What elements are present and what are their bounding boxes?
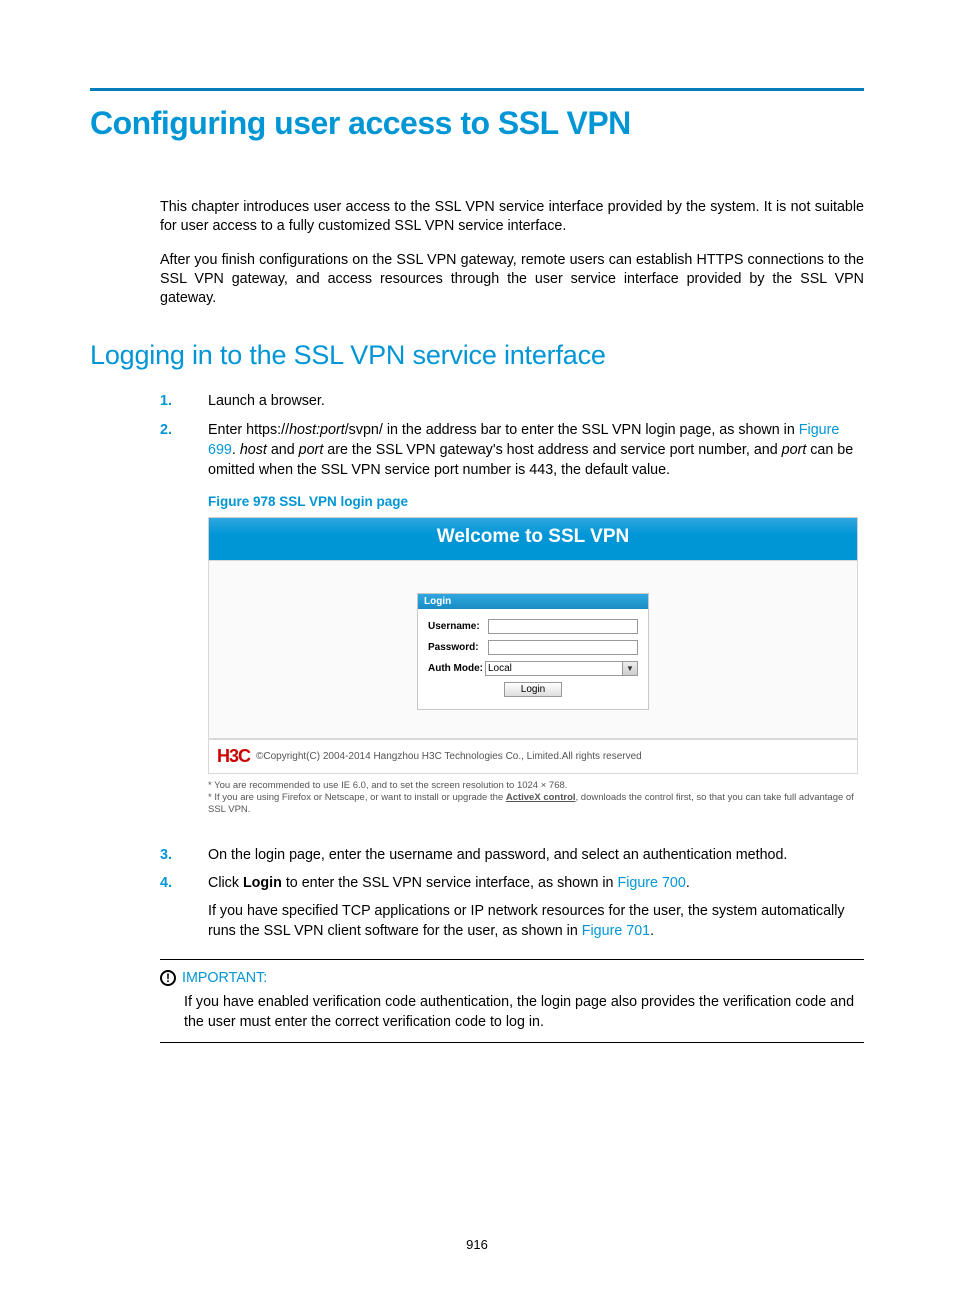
step-number: 2.: [160, 420, 172, 440]
page-number: 916: [0, 1237, 954, 1252]
welcome-banner: Welcome to SSL VPN: [208, 517, 858, 560]
username-input[interactable]: [488, 619, 638, 634]
top-rule: [90, 88, 864, 91]
figure-caption: Figure 978 SSL VPN login page: [208, 494, 774, 509]
step-4-sub: If you have specified TCP applications o…: [208, 901, 864, 941]
password-input[interactable]: [488, 640, 638, 655]
login-area: Login Username: Password: Auth Mode:: [208, 560, 858, 739]
activex-link[interactable]: ActiveX control: [506, 792, 576, 803]
login-box-header: Login: [418, 594, 648, 609]
step-text: Launch a browser.: [208, 393, 325, 409]
authmode-select[interactable]: [485, 661, 623, 676]
h3c-logo: H3C: [217, 746, 250, 767]
step-text: On the login page, enter the username an…: [208, 847, 787, 863]
step-text: Enter https://host:port/svpn/ in the add…: [208, 422, 853, 478]
important-body: If you have enabled verification code au…: [184, 992, 864, 1032]
authmode-label: Auth Mode:: [428, 663, 485, 674]
section-title: Logging in to the SSL VPN service interf…: [90, 340, 864, 371]
copyright-text: ©Copyright(C) 2004-2014 Hangzhou H3C Tec…: [256, 751, 642, 762]
chapter-title: Configuring user access to SSL VPN: [90, 105, 864, 142]
screenshot-footer: H3C ©Copyright(C) 2004-2014 Hangzhou H3C…: [208, 739, 858, 774]
login-box: Login Username: Password: Auth Mode:: [417, 593, 649, 710]
important-label: IMPORTANT:: [182, 970, 267, 986]
screenshot-notes: * You are recommended to use IE 6.0, and…: [208, 780, 858, 817]
intro-paragraph-1: This chapter introduces user access to t…: [160, 198, 864, 237]
username-label: Username:: [428, 621, 488, 632]
step-3: 3. On the login page, enter the username…: [160, 845, 864, 865]
step-1: 1. Launch a browser.: [160, 391, 864, 411]
note-2: * If you are using Firefox or Netscape, …: [208, 792, 858, 817]
login-button[interactable]: Login: [504, 682, 562, 697]
step-2: 2. Enter https://host:port/svpn/ in the …: [160, 420, 864, 480]
chevron-down-icon[interactable]: ▼: [623, 661, 638, 676]
password-label: Password:: [428, 642, 488, 653]
step-number: 1.: [160, 391, 172, 411]
step-number: 4.: [160, 873, 172, 893]
figure-link[interactable]: Figure 700: [617, 875, 685, 891]
note-1: * You are recommended to use IE 6.0, and…: [208, 780, 858, 792]
step-number: 3.: [160, 845, 172, 865]
intro-paragraph-2: After you finish configurations on the S…: [160, 251, 864, 309]
step-4: 4. Click Login to enter the SSL VPN serv…: [160, 873, 864, 941]
login-page-screenshot: Welcome to SSL VPN Login Username: Passw…: [208, 517, 858, 817]
important-note: ! IMPORTANT: If you have enabled verific…: [160, 959, 864, 1043]
step-text: Click Login to enter the SSL VPN service…: [208, 875, 690, 891]
figure-link[interactable]: Figure 701: [582, 923, 650, 939]
important-icon: !: [160, 970, 176, 986]
